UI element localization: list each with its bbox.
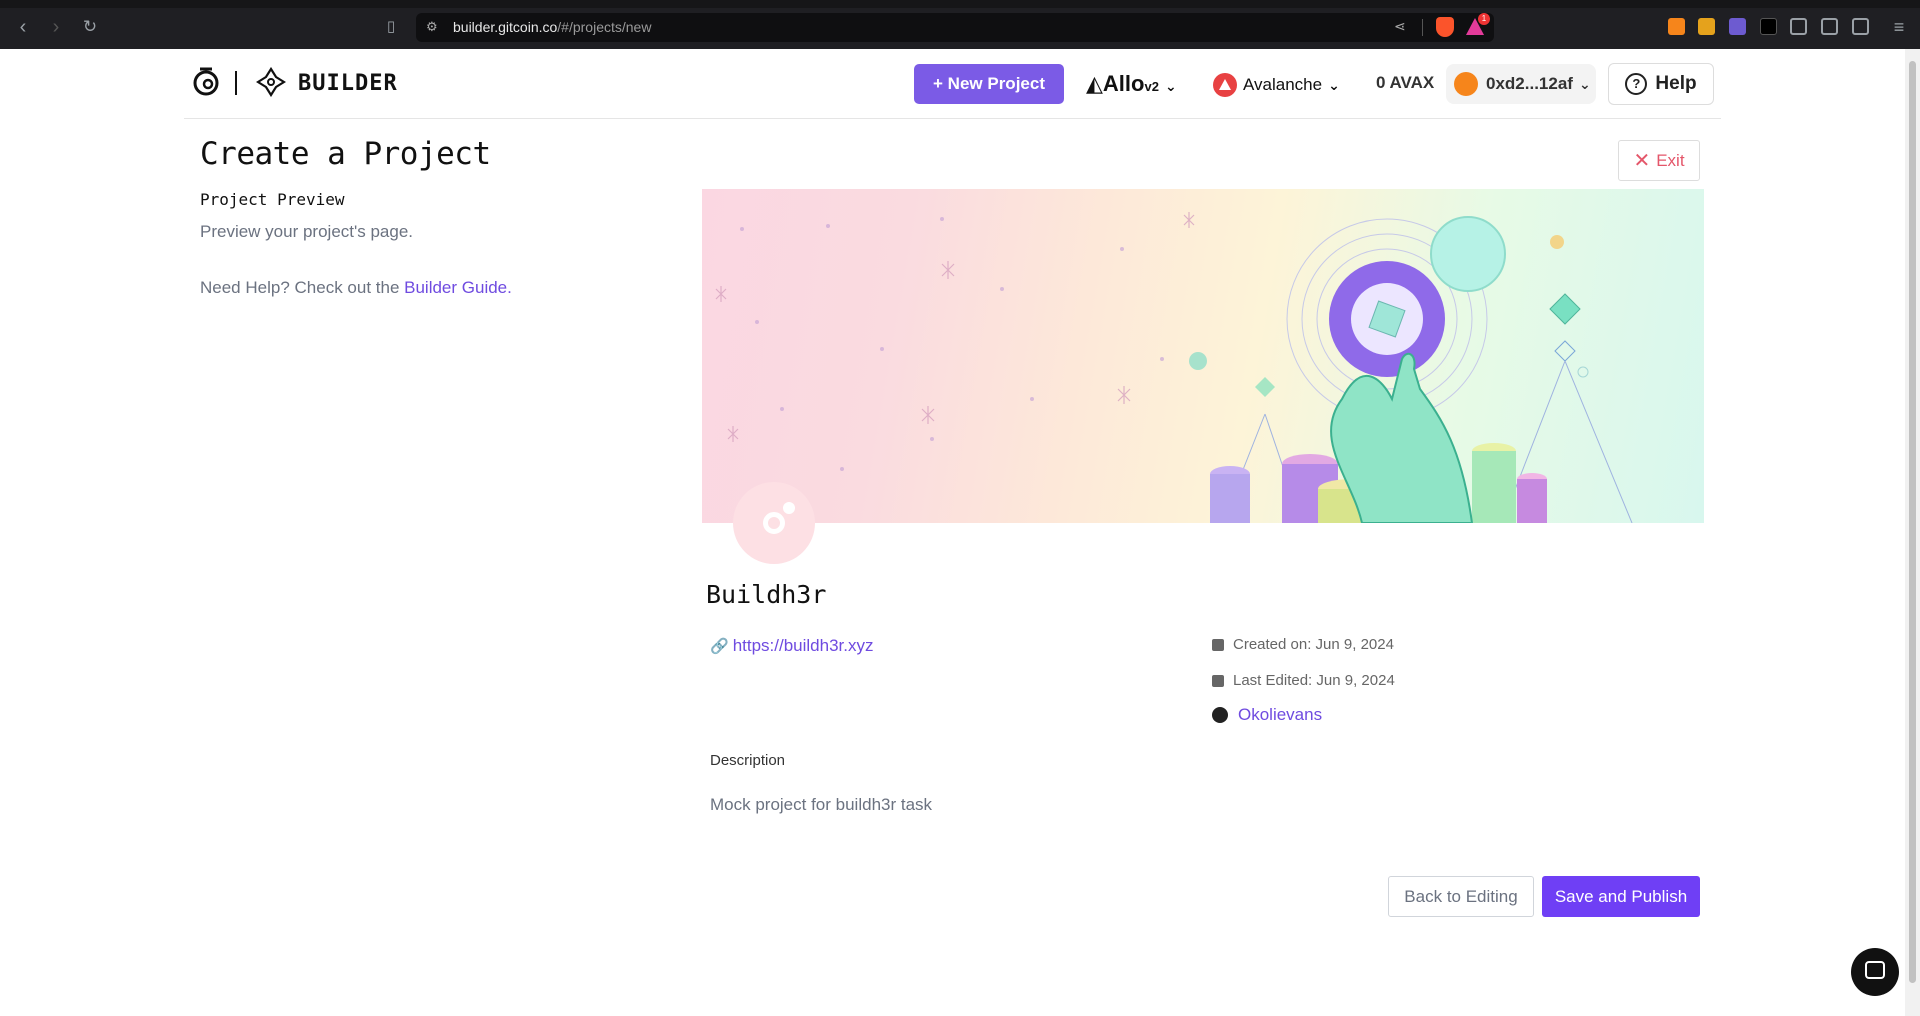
metamask-extension-icon[interactable] [1668, 18, 1685, 35]
notification-badge: 1 [1478, 13, 1490, 25]
wallet-account-button[interactable]: 0xd2...12af ⌄ [1446, 64, 1596, 104]
forward-icon[interactable]: › [43, 14, 69, 40]
description-text: Mock project for buildh3r task [710, 795, 933, 814]
close-icon: ✕ [1633, 150, 1651, 172]
bookmark-icon[interactable]: ▯ [378, 14, 404, 40]
url-text[interactable]: builder.gitcoin.co/#/projects/new [453, 19, 651, 35]
help-text: Need Help? Check out the Builder Guide. [200, 278, 512, 298]
exit-button[interactable]: ✕ Exit [1618, 140, 1700, 181]
share-icon[interactable]: ⋖ [1394, 18, 1406, 35]
avatar-dot [783, 502, 795, 514]
help-prefix: Need Help? Check out the [200, 278, 405, 297]
builder-guide-link[interactable]: Builder Guide. [404, 278, 512, 297]
address-bar[interactable]: ⚙ builder.gitcoin.co/#/projects/new ⋖ 1 [416, 13, 1494, 42]
menu-icon[interactable]: ≡ [1886, 14, 1912, 40]
github-icon [1212, 707, 1228, 723]
reload-icon[interactable]: ↻ [77, 14, 103, 40]
chevron-down-icon: ⌄ [1164, 78, 1177, 94]
chat-support-button[interactable] [1851, 948, 1899, 996]
banner-illustration [715, 212, 1633, 523]
new-project-label: New Project [947, 74, 1045, 93]
extension-icon[interactable] [1760, 18, 1777, 35]
builder-logo-icon[interactable] [256, 67, 286, 97]
back-icon[interactable]: ‹ [10, 14, 36, 40]
wallet-address: 0xd2...12af [1486, 74, 1573, 93]
allo-icon: ◭ [1086, 71, 1103, 96]
created-text: Created on: Jun 9, 2024 [1233, 636, 1394, 653]
help-label: Help [1655, 73, 1697, 94]
chevron-down-icon: ⌄ [1578, 75, 1591, 92]
plus-icon: + [933, 74, 948, 93]
avatar-ring [763, 512, 785, 534]
wallet-icon[interactable] [1852, 18, 1869, 35]
github-link[interactable]: Okolievans [1212, 705, 1322, 725]
question-icon: ? [1625, 73, 1648, 95]
metamask-fox-icon [1454, 72, 1478, 96]
page-title: Create a Project [200, 136, 491, 172]
description-label: Description [710, 752, 786, 769]
extension-icon[interactable] [1698, 18, 1715, 35]
project-website-link[interactable]: 🔗 https://buildh3r.xyz [710, 636, 874, 656]
avalanche-icon [1213, 73, 1237, 97]
protocol-selector[interactable]: ◭Allov2 ⌄ [1086, 71, 1177, 97]
help-button[interactable]: ? Help [1608, 63, 1714, 105]
tab-strip [0, 0, 1920, 8]
logo-divider [235, 71, 237, 95]
allo-version: v2 [1144, 79, 1159, 94]
site-info-icon[interactable]: ⚙ [426, 19, 442, 35]
browser-toolbar: ‹ › ↻ ▯ ⚙ builder.gitcoin.co/#/projects/… [0, 0, 1920, 49]
project-avatar [733, 482, 815, 564]
new-project-button[interactable]: + New Project [914, 64, 1064, 104]
project-website-text[interactable]: https://buildh3r.xyz [733, 636, 874, 656]
app-header: BUILDER + New Project ◭Allov2 ⌄ Avalanche… [184, 49, 1721, 119]
section-title: Project Preview [200, 190, 345, 209]
brave-shields-icon[interactable] [1436, 17, 1454, 37]
network-label: Avalanche [1243, 75, 1323, 94]
logo-text: BUILDER [298, 71, 398, 96]
edited-text: Last Edited: Jun 9, 2024 [1233, 672, 1395, 689]
calendar-icon [1212, 638, 1224, 651]
allo-label: Allo [1102, 71, 1145, 96]
project-banner [702, 189, 1704, 523]
back-to-editing-button[interactable]: Back to Editing [1388, 876, 1534, 917]
extension-icon[interactable] [1729, 18, 1746, 35]
sidebar-icon[interactable] [1821, 18, 1838, 35]
github-username[interactable]: Okolievans [1238, 705, 1322, 725]
wallet-balance: 0 AVAX [1376, 73, 1435, 92]
chevron-down-icon: ⌄ [1328, 76, 1340, 93]
edited-date: Last Edited: Jun 9, 2024 [1212, 672, 1395, 689]
calendar-icon [1212, 674, 1224, 687]
save-and-publish-button[interactable]: Save and Publish [1542, 876, 1700, 917]
chat-icon [1865, 961, 1885, 979]
link-icon: 🔗 [710, 638, 729, 655]
gitcoin-logo-icon[interactable] [192, 65, 220, 99]
project-name: Buildh3r [706, 580, 827, 609]
section-description: Preview your project's page. [200, 222, 414, 241]
extensions-puzzle-icon[interactable] [1790, 18, 1807, 35]
network-selector[interactable]: Avalanche ⌄ [1213, 73, 1340, 97]
exit-label: Exit [1656, 150, 1685, 170]
scrollbar-thumb[interactable] [1909, 61, 1916, 983]
page-scrollbar[interactable] [1905, 49, 1920, 1016]
divider [1422, 19, 1423, 36]
created-date: Created on: Jun 9, 2024 [1212, 636, 1394, 653]
